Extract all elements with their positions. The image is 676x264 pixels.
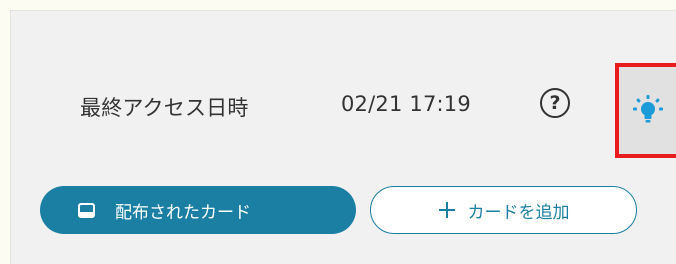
distributed-cards-label: 配布されたカード	[115, 202, 251, 223]
lightbulb-icon	[633, 94, 663, 122]
last-access-label: 最終アクセス日時	[80, 96, 249, 120]
plus-icon	[438, 202, 455, 218]
add-card-label: カードを追加	[467, 202, 570, 223]
last-access-value: 02/21 17:19	[341, 92, 471, 116]
tip-lightbulb-button[interactable]	[615, 63, 676, 158]
help-button[interactable]: ?	[540, 88, 570, 118]
distributed-cards-button[interactable]: 配布されたカード	[40, 186, 356, 234]
card-tray-icon	[78, 202, 95, 218]
question-mark-icon: ?	[549, 92, 561, 114]
add-card-button[interactable]: カードを追加	[370, 186, 637, 234]
